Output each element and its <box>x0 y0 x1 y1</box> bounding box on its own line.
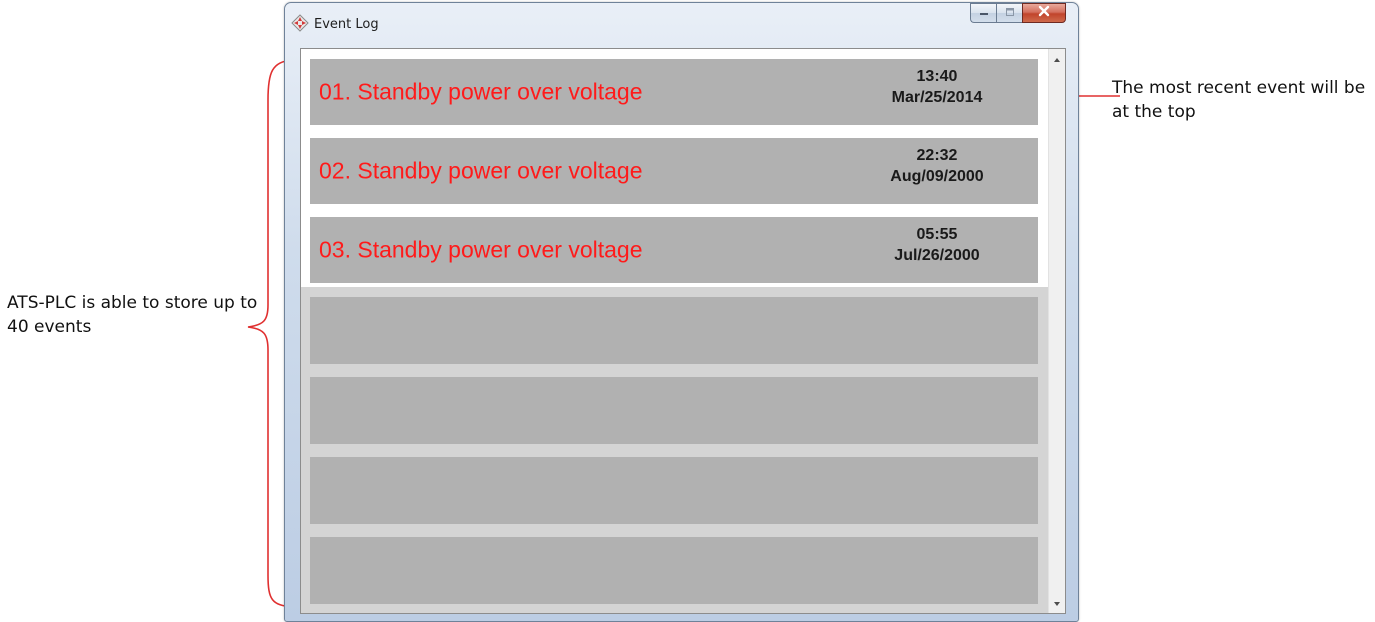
empty-event-row[interactable] <box>310 297 1038 364</box>
capacity-annotation: ATS-PLC is able to store up to 40 events <box>7 293 258 337</box>
event-description: 03. Standby power over voltage <box>319 236 643 263</box>
vertical-scrollbar[interactable] <box>1048 49 1065 613</box>
title-bar[interactable]: Event Log <box>285 3 1078 43</box>
event-description: 02. Standby power over voltage <box>319 157 643 184</box>
empty-event-row[interactable] <box>310 377 1038 444</box>
event-time: 05:55 <box>916 226 958 243</box>
event-date: Mar/25/2014 <box>891 89 983 106</box>
triangle-up-icon <box>1053 50 1061 68</box>
event-timestamp: 13:40 Mar/25/2014 <box>862 66 1012 108</box>
event-date: Jul/26/2000 <box>894 247 980 264</box>
event-time: 22:32 <box>916 147 958 164</box>
scroll-down-button[interactable] <box>1051 597 1063 609</box>
window-title: Event Log <box>314 17 379 32</box>
empty-event-row[interactable] <box>310 537 1038 604</box>
minimize-button[interactable] <box>970 3 996 23</box>
event-log-window: Event Log 01. Standby power over voltage… <box>284 2 1079 622</box>
scroll-up-button[interactable] <box>1051 53 1063 65</box>
client-area: 01. Standby power over voltage 13:40 Mar… <box>300 48 1066 614</box>
event-list: 01. Standby power over voltage 13:40 Mar… <box>301 49 1049 613</box>
app-icon <box>291 14 309 32</box>
close-icon <box>1037 4 1051 22</box>
recent-event-annotation: The most recent event will be at the top <box>1112 78 1366 122</box>
empty-event-row[interactable] <box>310 457 1038 524</box>
maximize-icon <box>1004 4 1016 22</box>
close-button[interactable] <box>1022 3 1066 23</box>
event-row[interactable]: 03. Standby power over voltage 05:55 Jul… <box>310 217 1038 283</box>
event-timestamp: 22:32 Aug/09/2000 <box>862 145 1012 187</box>
event-time: 13:40 <box>916 68 958 85</box>
event-row[interactable]: 02. Standby power over voltage 22:32 Aug… <box>310 138 1038 204</box>
maximize-button[interactable] <box>996 3 1022 23</box>
event-timestamp: 05:55 Jul/26/2000 <box>862 224 1012 266</box>
triangle-down-icon <box>1053 594 1061 612</box>
event-description: 01. Standby power over voltage <box>319 78 643 105</box>
minimize-icon <box>978 4 990 22</box>
caption-buttons <box>970 3 1066 25</box>
event-row[interactable]: 01. Standby power over voltage 13:40 Mar… <box>310 59 1038 125</box>
event-date: Aug/09/2000 <box>890 168 984 185</box>
